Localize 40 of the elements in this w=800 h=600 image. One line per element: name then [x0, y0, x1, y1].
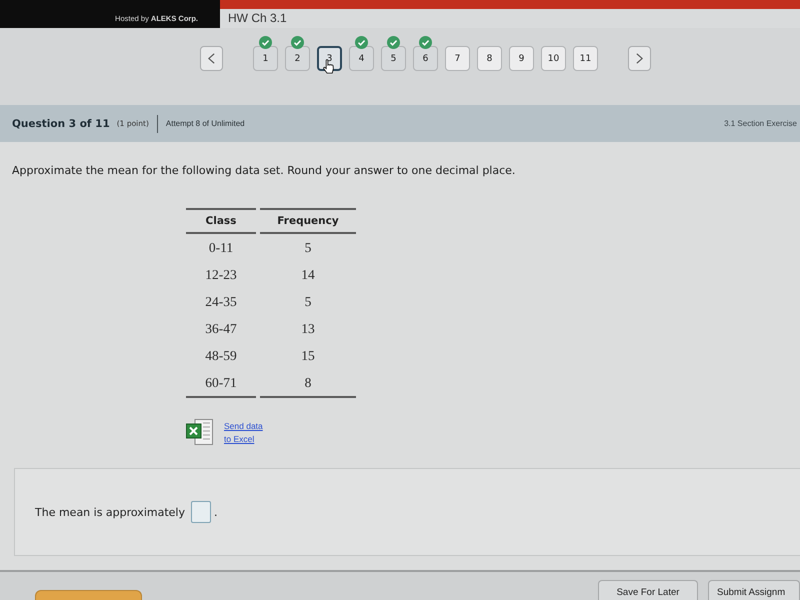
- table-cell-text: 5: [304, 292, 312, 310]
- table-cell-text: 0-11: [208, 238, 234, 256]
- table-cell-text: 13: [300, 320, 316, 338]
- question-button[interactable]: 8: [477, 46, 502, 71]
- table-cell-text: 36-47: [204, 320, 238, 338]
- question-prompt: Approximate the mean for the following data set. Round your answer to one decimal place.: [12, 164, 516, 178]
- save-button[interactable]: Save For Later: [598, 580, 698, 600]
- column-header: Class: [186, 208, 256, 234]
- question-button[interactable]: 2: [285, 46, 310, 71]
- question-button[interactable]: 5: [381, 46, 406, 71]
- question-title: Question 3 of 11: [12, 118, 110, 130]
- answer-text: The mean is approximately: [35, 506, 185, 518]
- question-button[interactable]: 4: [349, 46, 374, 71]
- table-cell-text: 12-23: [204, 266, 238, 284]
- attempt-text: Attempt 8 of Unlimited: [166, 119, 245, 128]
- question-button[interactable]: 11: [573, 46, 598, 71]
- table-cell: 8: [260, 369, 356, 398]
- spreadsheet-icon: [186, 418, 214, 446]
- question-button[interactable]: 7: [445, 46, 470, 71]
- table-cell-text: 15: [300, 346, 316, 364]
- table-cell: 60-71: [186, 369, 256, 398]
- chevron-left-icon: [208, 53, 215, 64]
- question-button[interactable]: 10: [541, 46, 566, 71]
- section-text: 3.1 Section Exercise: [724, 119, 797, 128]
- assignment-title: HW Ch 3.1: [227, 10, 288, 25]
- period-text: .: [214, 506, 218, 518]
- table-cell-text: 14: [300, 266, 316, 284]
- table-cell-text: 5: [304, 238, 312, 256]
- send-to-excel-link[interactable]: Send data to Excel: [224, 420, 272, 446]
- submit-button[interactable]: Submit Assignm: [708, 580, 800, 600]
- question-button[interactable]: 1: [253, 46, 278, 71]
- question-button[interactable]: 6: [413, 46, 438, 71]
- table-cell-text: 48-59: [204, 346, 238, 364]
- table-cell-text: 24-35: [204, 292, 238, 310]
- question-button[interactable]: 9: [509, 46, 534, 71]
- next-button[interactable]: [628, 46, 651, 71]
- answer-box[interactable]: [190, 501, 211, 523]
- column-header: Frequency: [260, 208, 356, 234]
- chevron-right-icon: [636, 53, 643, 64]
- previous-button[interactable]: [200, 46, 223, 71]
